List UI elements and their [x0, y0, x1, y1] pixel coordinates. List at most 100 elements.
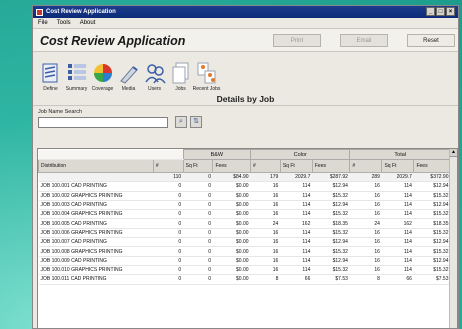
title-bar: Cost Review Application _ □ ×: [33, 6, 458, 18]
vertical-scrollbar[interactable]: ▲: [449, 149, 457, 328]
table-row[interactable]: JOB 100.006 GRAPHICS PRINTING 0 0 $0.00 16 11…: [38, 228, 451, 239]
tool-recent-jobs[interactable]: Recent Jobs: [193, 61, 220, 92]
refresh-button[interactable]: ⇅: [190, 116, 202, 128]
toolbar: Define Summary Coverage Media Users Jobs…: [33, 52, 458, 94]
table-row[interactable]: JOB 100.001 CAD PRINTING 0 0 $0.00 16 114 $12.…: [38, 181, 451, 192]
row-distribution: JOB 100.005 CAD PRINTING: [38, 218, 154, 229]
row-cell: $0.00: [212, 209, 251, 220]
row-distribution: JOB 100.011 CAD PRINTING: [38, 274, 154, 285]
row-cell: 0: [153, 265, 184, 276]
menu-about[interactable]: About: [80, 20, 96, 26]
row-cell: 114: [280, 237, 313, 248]
row-cell: $15.32: [312, 265, 350, 276]
row-cell: 114: [280, 209, 313, 220]
table-row[interactable]: JOB 100.011 CAD PRINTING 0 0 $0.00 8 66 $7.53 8…: [38, 274, 451, 285]
row-cell: 16: [349, 265, 382, 276]
row-distribution: JOB 100.008 GRAPHICS PRINTING: [38, 246, 154, 257]
group-header-row: B&W Color Total: [38, 149, 451, 160]
table-row[interactable]: JOB 100.010 GRAPHICS PRINTING 0 0 $0.00 16 11…: [38, 265, 451, 276]
job-name-search-input[interactable]: [38, 117, 168, 128]
col-color-count[interactable]: #: [250, 159, 281, 173]
menu-file[interactable]: File: [38, 20, 48, 26]
tool-media[interactable]: Media: [116, 61, 141, 92]
table-row[interactable]: JOB 100.009 CAD PRINTING 0 0 $0.00 16 114 $12.…: [38, 256, 451, 266]
row-cell: $0.00: [212, 256, 251, 266]
refresh-icon: ⇅: [193, 118, 199, 125]
row-cell: 16: [349, 228, 382, 239]
menu-tools[interactable]: Tools: [57, 20, 71, 26]
group-bw: B&W: [182, 149, 252, 160]
row-cell: 114: [381, 237, 414, 248]
table-row[interactable]: JOB 100.005 CAD PRINTING 0 0 $0.00 24 162 $18.…: [38, 218, 451, 229]
close-icon[interactable]: ×: [446, 7, 455, 16]
search-area: Job Name Search ⌕ ⇅: [33, 106, 458, 133]
row-cell: 162: [280, 218, 313, 229]
row-cell: 8: [349, 274, 382, 285]
row-distribution: JOB 100.009 CAD PRINTING: [38, 256, 154, 266]
row-cell: 114: [280, 191, 313, 201]
window-title: Cost Review Application: [46, 9, 116, 15]
row-cell: 16: [349, 191, 382, 201]
col-total-count[interactable]: #: [349, 159, 383, 173]
group-color: Color: [250, 149, 351, 160]
col-color-sqft[interactable]: Sq Ft: [279, 159, 313, 173]
row-distribution: JOB 100.007 CAD PRINTING: [38, 237, 154, 248]
table-row[interactable]: JOB 100.003 CAD PRINTING 0 0 $0.00 16 114 $12.…: [38, 200, 451, 211]
row-cell: $12.94: [312, 181, 350, 192]
search-icon: ⌕: [179, 118, 183, 125]
tool-coverage[interactable]: Coverage: [90, 61, 115, 92]
col-bw-count[interactable]: #: [152, 159, 184, 173]
row-cell: $0.00: [212, 181, 251, 192]
scroll-up-icon[interactable]: ▲: [450, 149, 457, 157]
window-controls: _ □ ×: [426, 7, 455, 16]
row-cell: $15.32: [413, 246, 451, 257]
col-bw-fees[interactable]: Fees: [212, 159, 252, 173]
reset-button[interactable]: Reset: [407, 34, 455, 47]
row-cell: $0.00: [212, 200, 251, 211]
table-row[interactable]: JOB 100.004 GRAPHICS PRINTING 0 0 $0.00 16 11…: [38, 209, 451, 220]
row-cell: 0: [183, 256, 213, 266]
row-cell: 24: [349, 218, 382, 229]
table-row[interactable]: JOB 100.007 CAD PRINTING 0 0 $0.00 16 114 $12.…: [38, 237, 451, 248]
column-header-row: Distribution # Sq Ft Fees # Sq Ft Fees #…: [38, 159, 451, 173]
tool-users[interactable]: Users: [142, 61, 167, 92]
col-total-fees[interactable]: Fees: [413, 159, 451, 173]
row-distribution: JOB 100.004 GRAPHICS PRINTING: [38, 209, 154, 220]
col-bw-sqft[interactable]: Sq Ft: [182, 159, 214, 173]
row-cell: $0.00: [212, 246, 251, 257]
maximize-icon[interactable]: □: [436, 7, 445, 16]
row-cell: 0: [183, 181, 213, 192]
row-cell: 114: [381, 181, 414, 192]
row-cell: $7.53: [413, 274, 451, 285]
print-button[interactable]: Print: [273, 34, 321, 47]
row-cell: $15.32: [413, 209, 451, 220]
recent-jobs-icon: [197, 62, 215, 84]
minimize-icon[interactable]: _: [426, 7, 435, 16]
row-cell: $0.00: [212, 228, 251, 239]
col-total-sqft[interactable]: Sq Ft: [381, 159, 415, 173]
row-cell: $15.32: [312, 191, 350, 201]
search-label: Job Name Search: [38, 109, 83, 115]
table-row[interactable]: JOB 100.002 GRAPHICS PRINTING 0 0 $0.00 16 11…: [38, 191, 451, 201]
col-color-fees[interactable]: Fees: [311, 159, 351, 173]
row-cell: $15.32: [413, 265, 451, 276]
col-distribution[interactable]: Distribution: [38, 159, 154, 173]
details-table: B&W Color Total Distribution # Sq Ft Fee…: [37, 148, 458, 328]
row-cell: $12.94: [413, 237, 451, 248]
row-cell: 16: [250, 265, 281, 276]
search-button[interactable]: ⌕: [175, 116, 187, 128]
email-button[interactable]: Email: [340, 34, 388, 47]
row-cell: 0: [153, 237, 184, 248]
row-distribution: JOB 100.006 GRAPHICS PRINTING: [38, 228, 154, 239]
row-cell: 0: [183, 191, 213, 201]
row-cell: 16: [250, 181, 281, 192]
row-cell: 114: [381, 256, 414, 266]
tool-summary[interactable]: Summary: [64, 61, 89, 92]
row-cell: 0: [153, 181, 184, 192]
tool-jobs[interactable]: Jobs: [168, 61, 193, 92]
row-cell: 16: [349, 181, 382, 192]
row-cell: 114: [280, 228, 313, 239]
table-row[interactable]: JOB 100.008 GRAPHICS PRINTING 0 0 $0.00 16 11…: [38, 246, 451, 257]
tool-define[interactable]: Define: [38, 61, 63, 92]
row-cell: 16: [349, 209, 382, 220]
